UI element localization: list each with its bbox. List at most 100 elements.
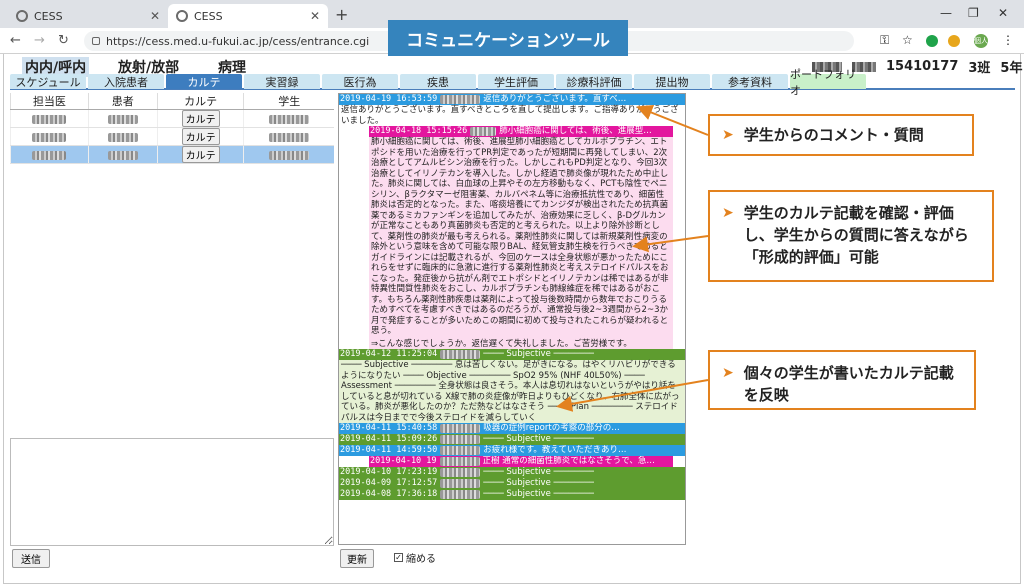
entry-timestamp: 2019-04-09 17:12:57 bbox=[340, 478, 438, 489]
column-header-chart: カルテ bbox=[156, 93, 244, 110]
table-row[interactable]: カルテ bbox=[10, 109, 334, 128]
entry-body: ──── Subjective ──────── 息は苦しくない。足がきになる。… bbox=[339, 360, 685, 423]
table-row-selected[interactable]: カルテ bbox=[10, 145, 334, 164]
site-favicon-icon bbox=[176, 10, 188, 22]
entry-preview: ──── Subjective ──────── bbox=[483, 467, 595, 478]
entry-preview: ──── Subjective ──────── bbox=[483, 478, 595, 489]
redacted-doctor bbox=[32, 132, 67, 142]
log-entry-header[interactable]: 2019-04-11 15:40:58 吸器の症例reportの考察の部分の… bbox=[339, 423, 685, 434]
callout-text: 個々の学生が書いたカルテ記載を反映 bbox=[743, 364, 954, 404]
entry-timestamp: 2019-04-11 15:09:26 bbox=[340, 434, 438, 445]
entry-timestamp: 2019-04-11 15:40:58 bbox=[340, 423, 438, 434]
entry-body: 肺小細胞癌に関しては、術後、進展型肺小細胞癌としてカルボプラチン、エトポシドを用… bbox=[369, 137, 673, 337]
close-tab-icon[interactable]: ✕ bbox=[310, 9, 320, 23]
entry-preview: ──── Subjective ──────── bbox=[483, 489, 595, 500]
entry-preview: 正樹 通常の細菌性肺炎ではなさそうで、急… bbox=[482, 456, 655, 467]
bookmark-star-icon[interactable]: ☆ bbox=[902, 33, 913, 47]
redacted-author bbox=[470, 127, 497, 136]
menu-student-evaluation[interactable]: 学生評価 bbox=[478, 74, 554, 89]
entry-timestamp: 2019-04-11 14:59:50 bbox=[340, 445, 438, 456]
checkbox-checked-icon[interactable]: ✓ bbox=[394, 553, 403, 562]
menu-references[interactable]: 参考資料 bbox=[712, 74, 788, 89]
chevron-right-icon: ➤ bbox=[722, 205, 734, 221]
callout-formative-evaluation: ➤ 学生のカルテ記載を確認・評価し、学生からの質問に答えながら「形成的評価」可能 bbox=[708, 190, 994, 282]
minimize-icon[interactable]: — bbox=[940, 6, 952, 20]
forward-icon[interactable]: → bbox=[34, 33, 45, 48]
menu-inpatients[interactable]: 入院患者 bbox=[88, 74, 164, 89]
callout-chart-reflection: ➤ 個々の学生が書いたカルテ記載を反映 bbox=[708, 350, 976, 410]
log-entry-header[interactable]: 2019-04-19 16:53:59 返信ありがとうございます。直すべ… bbox=[339, 94, 685, 105]
menu-schedule[interactable]: スケジュール bbox=[10, 74, 86, 89]
open-chart-button[interactable]: カルテ bbox=[181, 128, 220, 145]
close-tab-icon[interactable]: ✕ bbox=[150, 9, 160, 23]
collapse-checkbox[interactable]: ✓ 縮める bbox=[394, 550, 436, 565]
entry-preview: ──── Subjective ──────── bbox=[483, 349, 595, 360]
redacted-author bbox=[439, 457, 480, 466]
callout-student-comments: ➤ 学生からのコメント・質問 bbox=[708, 114, 974, 156]
reload-icon[interactable]: ↻ bbox=[58, 33, 69, 48]
log-entry-header[interactable]: 2019-04-18 15:15:26 肺小細胞癌に関しては、術後、進展型… bbox=[369, 126, 673, 137]
redacted-author bbox=[440, 490, 481, 499]
student-list-panel: 担当医 患者 カルテ 学生 カルテ カルテ カルテ bbox=[10, 93, 334, 433]
entry-timestamp: 2019-04-08 17:36:18 bbox=[340, 489, 438, 500]
redacted-patient bbox=[107, 150, 138, 160]
redacted-patient bbox=[107, 132, 138, 142]
redacted-patient bbox=[107, 114, 138, 124]
new-tab-icon[interactable]: + bbox=[335, 5, 348, 24]
menu-portfolio[interactable]: ポートフォリオ bbox=[790, 68, 866, 97]
menu-medical-acts[interactable]: 医行為 bbox=[322, 74, 398, 89]
main-menu: スケジュール 入院患者 カルテ 実習録 医行為 疾患 学生評価 診療科評価 提出… bbox=[10, 68, 1015, 97]
log-entry-header[interactable]: 2019-04-10 19 正樹 通常の細菌性肺炎ではなさそうで、急… bbox=[369, 456, 673, 467]
communication-tool-banner: コミュニケーションツール bbox=[388, 20, 628, 56]
log-entry-header[interactable]: 2019-04-09 17:12:57 ──── Subjective ────… bbox=[339, 478, 685, 489]
redacted-student bbox=[269, 114, 310, 124]
log-entry-header[interactable]: 2019-04-11 15:09:26 ──── Subjective ────… bbox=[339, 434, 685, 445]
close-window-icon[interactable]: ✕ bbox=[998, 6, 1008, 20]
redacted-author bbox=[440, 468, 481, 477]
profile-avatar[interactable]: 個人 bbox=[974, 34, 988, 48]
extension-sync-icon[interactable] bbox=[948, 35, 960, 50]
redacted-author bbox=[440, 424, 481, 433]
table-row[interactable]: カルテ bbox=[10, 127, 334, 146]
log-entry-header[interactable]: 2019-04-10 17:23:19 ──── Subjective ────… bbox=[339, 467, 685, 478]
log-entry[interactable]: 2019-04-12 11:25:04 ──── Subjective ────… bbox=[339, 349, 685, 423]
log-entry-header[interactable]: 2019-04-12 11:25:04 ──── Subjective ────… bbox=[339, 349, 685, 360]
redacted-doctor bbox=[32, 150, 67, 160]
menu-diseases[interactable]: 疾患 bbox=[400, 74, 476, 89]
redacted-student bbox=[269, 150, 310, 160]
browser-tab-1[interactable]: CESS ✕ bbox=[8, 4, 168, 28]
entry-preview: 肺小細胞癌に関しては、術後、進展型… bbox=[499, 126, 652, 137]
key-icon[interactable]: ⚿ bbox=[880, 33, 889, 48]
column-header-doctor: 担当医 bbox=[10, 93, 89, 110]
student-table: 担当医 患者 カルテ 学生 カルテ カルテ カルテ bbox=[10, 93, 334, 164]
entry-timestamp: 2019-04-10 17:23:19 bbox=[340, 467, 438, 478]
log-entry-header[interactable]: 2019-04-08 17:36:18 ──── Subjective ────… bbox=[339, 489, 685, 500]
entry-preview: 吸器の症例reportの考察の部分の… bbox=[483, 423, 620, 434]
chart-log-panel[interactable]: 2019-04-19 16:53:59 返信ありがとうございます。直すべ… 返信… bbox=[338, 93, 686, 545]
send-button[interactable]: 送信 bbox=[12, 549, 50, 568]
lock-icon bbox=[92, 37, 100, 45]
collapse-label: 縮める bbox=[406, 554, 436, 565]
browser-tab-2[interactable]: CESS ✕ bbox=[168, 4, 328, 28]
open-chart-button[interactable]: カルテ bbox=[181, 146, 220, 163]
log-entry-header[interactable]: 2019-04-11 14:59:50 お疲れ様です。教えていただきあり… bbox=[339, 445, 685, 456]
menu-submissions[interactable]: 提出物 bbox=[634, 74, 710, 89]
redacted-student bbox=[269, 132, 310, 142]
chevron-right-icon: ➤ bbox=[722, 127, 734, 143]
log-entry[interactable]: 2019-04-19 16:53:59 返信ありがとうございます。直すべ… 返信… bbox=[339, 94, 685, 349]
open-chart-button[interactable]: カルテ bbox=[181, 110, 220, 127]
comment-input[interactable] bbox=[10, 438, 334, 546]
menu-practice-record[interactable]: 実習録 bbox=[244, 74, 320, 89]
menu-chart[interactable]: カルテ bbox=[166, 74, 242, 89]
refresh-button[interactable]: 更新 bbox=[340, 549, 374, 568]
redacted-doctor bbox=[32, 114, 67, 124]
extension-green-icon[interactable] bbox=[926, 35, 938, 50]
menu-kebab-icon[interactable]: ⋮ bbox=[1002, 33, 1014, 47]
entry-body: 返信ありがとうございます。直すべきところを直して提出します。ご指導ありがとうござ… bbox=[339, 105, 685, 126]
redacted-author bbox=[440, 435, 481, 444]
entry-preview: 返信ありがとうございます。直すべ… bbox=[483, 94, 627, 105]
restore-icon[interactable]: ❐ bbox=[968, 6, 979, 20]
menu-department-evaluation[interactable]: 診療科評価 bbox=[556, 74, 632, 89]
back-icon[interactable]: ← bbox=[10, 33, 21, 48]
chevron-right-icon: ➤ bbox=[722, 365, 734, 381]
